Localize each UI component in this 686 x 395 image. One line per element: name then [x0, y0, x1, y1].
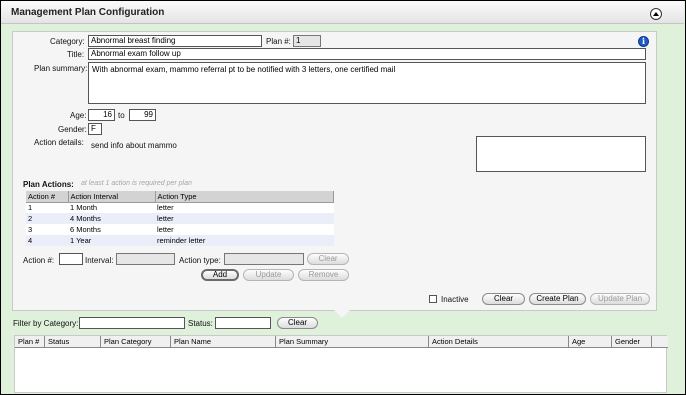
action-type-cell: letter [155, 213, 334, 224]
title-label: Title: [67, 50, 85, 59]
age-to-field[interactable]: 99 [129, 109, 156, 121]
plan-actions-hint: at least 1 action is required per plan [81, 180, 192, 187]
action-type-cell: letter [155, 224, 334, 235]
add-action-button[interactable]: Add [201, 269, 239, 281]
filter-clear-button[interactable]: Clear [277, 317, 318, 329]
column-header-action-type[interactable]: Action Type [155, 191, 334, 203]
column-header-action-details[interactable]: Action Details [429, 336, 569, 347]
column-header-plan-category[interactable]: Plan Category [101, 336, 171, 347]
action-details-field[interactable] [476, 136, 646, 172]
filter-category-label: Filter by Category: [13, 319, 79, 328]
create-plan-button[interactable]: Create Plan [529, 293, 586, 305]
column-header-status[interactable]: Status [45, 336, 101, 347]
action-details-label: Action details: [34, 138, 84, 147]
clear-form-button[interactable]: Clear [482, 293, 525, 305]
action-type-cell: reminder letter [155, 235, 334, 246]
page-title: Management Plan Configuration [11, 7, 165, 18]
category-field[interactable]: Abnormal breast finding [88, 35, 262, 47]
plan-number-label: Plan #: [266, 37, 291, 46]
update-plan-button[interactable]: Update Plan [590, 293, 650, 305]
interval-select[interactable] [116, 253, 175, 265]
plan-actions-table: Action # Action Interval Action Type 1 1… [26, 191, 334, 246]
gender-label: Gender: [58, 125, 87, 134]
age-to-label: to [118, 111, 125, 120]
interval-label: Interval: [85, 256, 114, 265]
action-interval-cell: 6 Months [68, 224, 155, 235]
table-row[interactable]: 3 6 Months letter [26, 224, 334, 235]
action-num-cell: 2 [26, 213, 68, 224]
inactive-label: Inactive [441, 295, 469, 304]
collapse-icon[interactable] [650, 8, 662, 20]
action-num-cell: 4 [26, 235, 68, 246]
plan-summary-label: Plan summary: [34, 64, 88, 73]
column-header-plan-summary[interactable]: Plan Summary [276, 336, 429, 347]
gender-field[interactable]: F [88, 123, 102, 135]
column-header-plan-num[interactable]: Plan # [15, 336, 45, 347]
filter-category-field[interactable] [79, 317, 185, 329]
table-row[interactable]: 1 1 Month letter [26, 202, 334, 213]
column-header-action-num[interactable]: Action # [26, 191, 69, 203]
action-num-cell: 3 [26, 224, 68, 235]
column-header-age[interactable]: Age [569, 336, 612, 347]
action-interval-cell: 1 Year [68, 235, 155, 246]
title-bar: Management Plan Configuration [1, 1, 684, 24]
action-details-text: send info about mammo [91, 141, 177, 150]
action-number-field[interactable] [59, 253, 83, 265]
action-interval-cell: 4 Months [68, 213, 155, 224]
age-label: Age: [70, 111, 87, 120]
plans-grid: Plan # Status Plan Category Plan Name Pl… [14, 335, 668, 393]
action-number-label: Action #: [23, 256, 55, 265]
table-row[interactable]: 2 4 Months letter [26, 213, 334, 224]
inactive-checkbox[interactable] [429, 295, 437, 303]
action-interval-cell: 1 Month [68, 202, 155, 213]
info-icon[interactable]: i [638, 36, 649, 47]
column-header-action-interval[interactable]: Action Interval [68, 191, 156, 203]
action-type-select[interactable] [224, 253, 304, 265]
table-row[interactable]: 4 1 Year reminder letter [26, 235, 334, 246]
filter-status-field[interactable] [215, 317, 271, 329]
action-num-cell: 1 [26, 202, 68, 213]
update-action-button[interactable]: Update [243, 269, 294, 281]
column-header-plan-name[interactable]: Plan Name [171, 336, 276, 347]
plans-grid-header: Plan # Status Plan Category Plan Name Pl… [15, 336, 668, 348]
action-type-label: Action type: [179, 256, 221, 265]
filter-status-label: Status: [188, 319, 213, 328]
column-header-gender[interactable]: Gender [612, 336, 652, 347]
action-type-cell: letter [155, 202, 334, 213]
clear-action-button[interactable]: Clear [307, 253, 349, 265]
title-field[interactable]: Abnormal exam follow up [88, 48, 646, 60]
panel-pointer [334, 310, 350, 318]
age-from-field[interactable]: 16 [88, 109, 115, 121]
category-label: Category: [50, 37, 85, 46]
plan-summary-field[interactable]: With abnormal exam, mammo referral pt to… [88, 62, 646, 104]
plan-actions-title: Plan Actions: [23, 180, 74, 189]
remove-action-button[interactable]: Remove [298, 269, 349, 281]
plan-number-field: 1 [293, 35, 321, 47]
